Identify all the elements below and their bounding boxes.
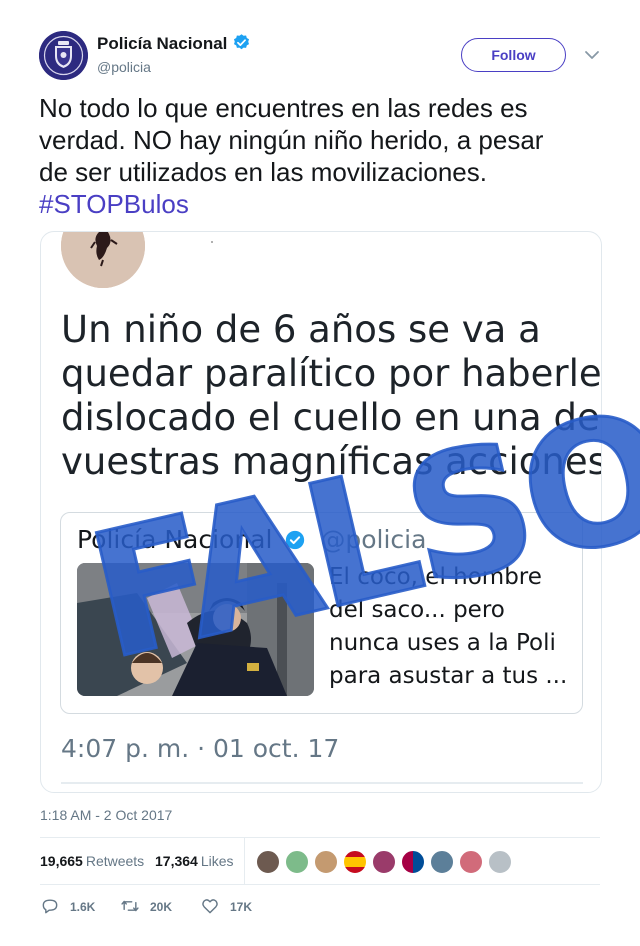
liker-avatar[interactable]: [459, 850, 483, 874]
liker-avatar[interactable]: [401, 850, 425, 874]
media-quote-line: quedar paralítico por haberle: [61, 352, 602, 395]
account-name-text[interactable]: Policía Nacional: [97, 34, 227, 53]
likes-stat[interactable]: 17,364 Likes: [155, 853, 234, 869]
tweet-actions: 1.6K 20K 17K: [40, 896, 340, 916]
account-avatar[interactable]: [39, 31, 88, 80]
verified-badge-icon: [286, 530, 305, 550]
media-divider: [61, 782, 583, 784]
reply-icon: [42, 899, 58, 914]
heart-icon: [202, 899, 218, 914]
tweet-header: Policía Nacional @policia Follow: [39, 30, 604, 82]
embedded-text-line: nunca uses a la Poli: [329, 630, 556, 656]
like-button[interactable]: 17K: [200, 896, 270, 916]
retweets-stat[interactable]: 19,665 Retweets: [40, 853, 144, 869]
media-quote-text: Un niño de 6 años se va a quedar paralít…: [61, 308, 602, 484]
liker-avatar[interactable]: [430, 850, 454, 874]
embedded-account: Policía Nacional @policia: [77, 525, 426, 554]
liker-avatar[interactable]: [256, 850, 280, 874]
embedded-text-line: para asustar a tus ...: [329, 663, 568, 689]
tweet-text-line: No todo lo que encuentres en las redes e…: [39, 93, 528, 123]
follow-button[interactable]: Follow: [461, 38, 566, 72]
tweet-stats: 19,665 Retweets 17,364 Likes: [40, 837, 600, 885]
embedded-account-name: Policía Nacional: [77, 525, 273, 554]
retweets-label: Retweets: [85, 853, 145, 869]
reply-button[interactable]: 1.6K: [40, 896, 110, 916]
media-quote-line: vuestras magníficas acciones: [61, 440, 602, 483]
account-handle[interactable]: @policia: [97, 59, 151, 75]
like-count: 17K: [230, 900, 253, 914]
embedded-photo: [77, 563, 314, 696]
media-quoted-avatar: [61, 232, 145, 288]
stats-divider: [244, 838, 245, 885]
tweet-text-line: de ser utilizados en las movilizaciones.: [39, 157, 487, 187]
tweet-text-line: verdad. NO hay ningún niño herido, a pes…: [39, 125, 544, 155]
reply-count: 1.6K: [70, 900, 96, 914]
media-quote-line: Un niño de 6 años se va a: [61, 308, 541, 351]
tweet-timestamp[interactable]: 1:18 AM - 2 Oct 2017: [40, 807, 172, 823]
embedded-tweet-card: Policía Nacional @policia El coco, el ho…: [60, 512, 583, 714]
likes-label: Likes: [200, 853, 234, 869]
embedded-text-line: El coco, el hombre: [329, 564, 542, 590]
tweet-text: No todo lo que encuentres en las redes e…: [39, 92, 599, 220]
tweet-media-image[interactable]: Un niño de 6 años se va a quedar paralít…: [40, 231, 602, 793]
embedded-account-handle: @policia: [320, 525, 427, 554]
likes-count: 17,364: [155, 853, 198, 869]
hashtag-link[interactable]: #STOPBulos: [39, 188, 599, 220]
embedded-tweet-text: El coco, el hombre del saco... pero nunc…: [329, 561, 567, 693]
retweet-button[interactable]: 20K: [120, 896, 190, 916]
liker-avatar[interactable]: [343, 850, 367, 874]
retweets-count: 19,665: [40, 853, 83, 869]
media-quote-time: 4:07 p. m. · 01 oct. 17: [61, 734, 340, 763]
liker-avatar[interactable]: [488, 850, 512, 874]
verified-badge-icon: [234, 34, 250, 50]
liker-avatar[interactable]: [314, 850, 338, 874]
police-badge-logo: [39, 31, 88, 80]
chevron-down-icon[interactable]: [583, 46, 601, 64]
media-dot: [211, 241, 213, 243]
liker-avatar[interactable]: [372, 850, 396, 874]
retweet-icon: [121, 900, 139, 912]
media-quote-line: dislocado el cuello en una de: [61, 396, 600, 439]
embedded-text-line: del saco... pero: [329, 597, 505, 623]
liker-avatar[interactable]: [285, 850, 309, 874]
account-name[interactable]: Policía Nacional: [97, 33, 251, 54]
retweet-count: 20K: [150, 900, 173, 914]
